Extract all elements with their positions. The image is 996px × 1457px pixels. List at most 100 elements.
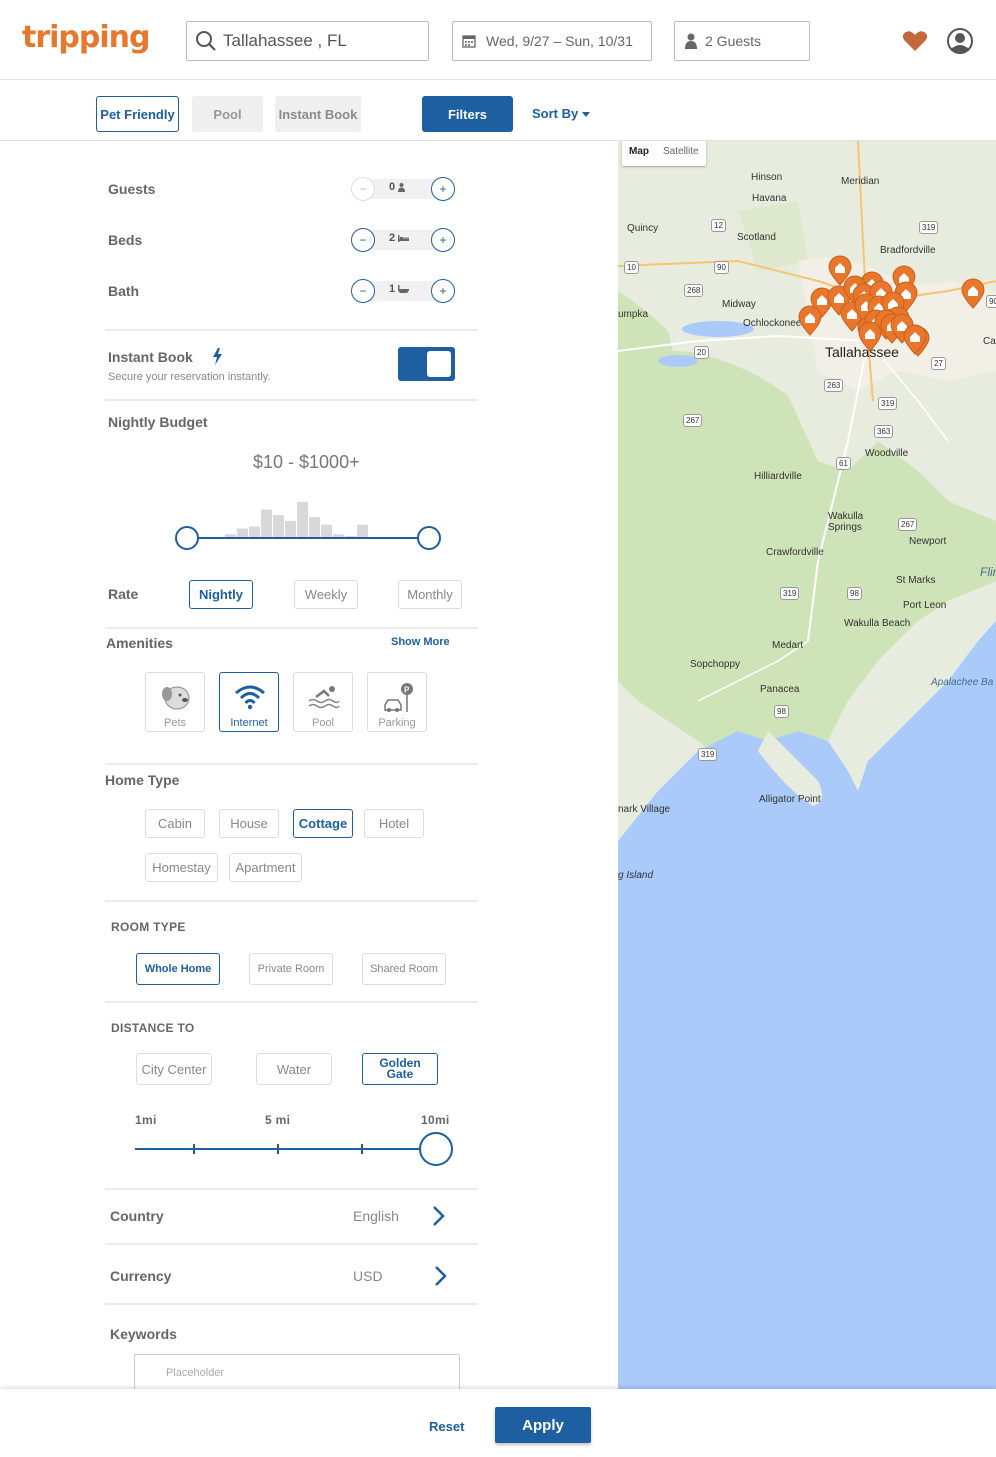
distance-handle[interactable] [419, 1132, 453, 1166]
route-shield: 319 [698, 748, 718, 761]
amenity-parking[interactable]: P Parking [367, 672, 427, 732]
budget-min-handle[interactable] [175, 526, 199, 550]
listing-pin-icon[interactable] [858, 321, 882, 352]
map-label: Port Leon [903, 600, 947, 611]
budget-range-slider[interactable] [170, 496, 450, 556]
rate-label: Rate [108, 586, 139, 602]
route-shield: 319 [780, 587, 800, 600]
amenity-internet[interactable]: Internet [219, 672, 279, 732]
bath-increment-button[interactable]: + [431, 279, 455, 303]
amenity-pool[interactable]: Pool [293, 672, 353, 732]
caret-down-icon [582, 112, 591, 118]
guests-decrement-button[interactable]: − [351, 177, 375, 201]
home-type-hotel[interactable]: Hotel [364, 809, 424, 838]
route-shield: 267 [898, 518, 918, 531]
histogram-bar [309, 517, 320, 538]
beds-count-value: 2 [389, 232, 396, 244]
map-label: St Marks [896, 575, 936, 586]
bath-decrement-button[interactable]: − [351, 279, 375, 303]
home-type-cottage[interactable]: Cottage [293, 809, 353, 838]
amenity-pets-label: Pets [163, 717, 186, 729]
histogram-bar [285, 520, 296, 538]
distance-scale-mid: 5 mi [265, 1113, 291, 1127]
currency-chevron-right-icon[interactable] [434, 1265, 448, 1287]
bath-label: Bath [108, 283, 140, 299]
pool-chip[interactable]: Pool [192, 96, 263, 132]
country-value: English [353, 1208, 399, 1224]
bath-count-value: 1 [389, 283, 396, 295]
keywords-input[interactable]: Placeholder [134, 1354, 460, 1392]
distance-slider[interactable] [130, 1131, 460, 1171]
distance-to-label: DISTANCE TO [111, 1021, 195, 1035]
histogram-bar [237, 528, 248, 538]
favorites-heart-icon[interactable] [902, 30, 928, 52]
rate-nightly-option[interactable]: Nightly [189, 580, 253, 609]
bath-count: 1 [389, 283, 419, 295]
home-type-cabin[interactable]: Cabin [145, 809, 205, 838]
guests-stepper: − 0 + [351, 177, 455, 201]
rate-weekly-option[interactable]: Weekly [294, 580, 358, 609]
listing-pin-icon[interactable] [798, 305, 822, 336]
instant-book-toggle[interactable] [398, 347, 455, 381]
amenity-pets[interactable]: Pets [145, 672, 205, 732]
amenities-label: Amenities [106, 635, 173, 651]
route-shield: 98 [774, 705, 789, 718]
beds-stepper: − 2 + [351, 228, 455, 252]
location-value: Tallahassee , FL [223, 31, 347, 50]
filters-button[interactable]: Filters [422, 96, 513, 132]
home-type-house[interactable]: House [219, 809, 279, 838]
map-label: Apalachee Ba [931, 677, 994, 688]
budget-max-handle[interactable] [417, 526, 441, 550]
listing-pin-icon[interactable] [961, 278, 985, 309]
beds-increment-button[interactable]: + [431, 228, 455, 252]
beds-decrement-button[interactable]: − [351, 228, 375, 252]
svg-text:P: P [404, 686, 410, 695]
parking-icon: P [384, 683, 413, 712]
country-label: Country [110, 1208, 164, 1224]
country-chevron-right-icon[interactable] [432, 1205, 446, 1227]
reset-button[interactable]: Reset [429, 1419, 464, 1434]
distance-golden-gate[interactable]: Golden Gate [362, 1053, 438, 1085]
filter-panel: Guests − 0 + Beds − 2 + Bath − 1 + Insta… [0, 141, 618, 1392]
amenity-internet-label: Internet [230, 717, 268, 729]
bathtub-icon [398, 285, 410, 293]
date-range-picker[interactable]: Wed, 9/27 – Sun, 10/31 [452, 21, 652, 61]
currency-label: Currency [110, 1268, 172, 1284]
apply-button[interactable]: Apply [495, 1407, 591, 1443]
wifi-icon [235, 685, 265, 710]
distance-scale-min: 1mi [135, 1113, 157, 1127]
histogram-bar [357, 524, 368, 538]
currency-value: USD [353, 1268, 383, 1284]
distance-city-center[interactable]: City Center [136, 1053, 212, 1085]
sort-by-dropdown[interactable]: Sort By [532, 106, 591, 121]
person-icon [398, 182, 406, 192]
top-header: tripping Tallahassee , FL Wed, 9/27 – Su… [0, 0, 996, 80]
bath-stepper: − 1 + [351, 279, 455, 303]
instant-book-description: Secure your reservation instantly. [108, 371, 271, 383]
quick-filter-bar: Pet Friendly Pool Instant Book Filters S… [0, 80, 996, 141]
guests-value: 2 Guests [705, 33, 762, 49]
price-histogram [225, 501, 368, 538]
room-type-whole-home[interactable]: Whole Home [136, 953, 220, 985]
results-map[interactable]: Map Satellite Hinson Meridian Havana Qui… [618, 141, 996, 1389]
room-type-label: ROOM TYPE [111, 920, 186, 934]
divider [105, 399, 478, 401]
home-type-apartment[interactable]: Apartment [229, 853, 302, 882]
tripping-logo[interactable]: tripping [22, 20, 150, 55]
search-icon [196, 31, 216, 51]
home-type-homestay[interactable]: Homestay [145, 853, 218, 882]
guests-increment-button[interactable]: + [431, 177, 455, 201]
person-icon [685, 33, 697, 49]
guests-picker[interactable]: 2 Guests [674, 21, 810, 61]
instant-book-chip[interactable]: Instant Book [275, 96, 361, 132]
divider [105, 1303, 478, 1305]
pet-friendly-chip[interactable]: Pet Friendly [96, 96, 179, 132]
rate-monthly-option[interactable]: Monthly [398, 580, 462, 609]
distance-water[interactable]: Water [256, 1053, 332, 1085]
user-avatar-icon[interactable] [947, 28, 973, 54]
room-type-shared-room[interactable]: Shared Room [362, 953, 446, 985]
show-more-link[interactable]: Show More [391, 636, 450, 648]
room-type-private-room[interactable]: Private Room [249, 953, 333, 985]
keywords-label: Keywords [110, 1326, 177, 1342]
location-search-input[interactable]: Tallahassee , FL [186, 21, 429, 61]
